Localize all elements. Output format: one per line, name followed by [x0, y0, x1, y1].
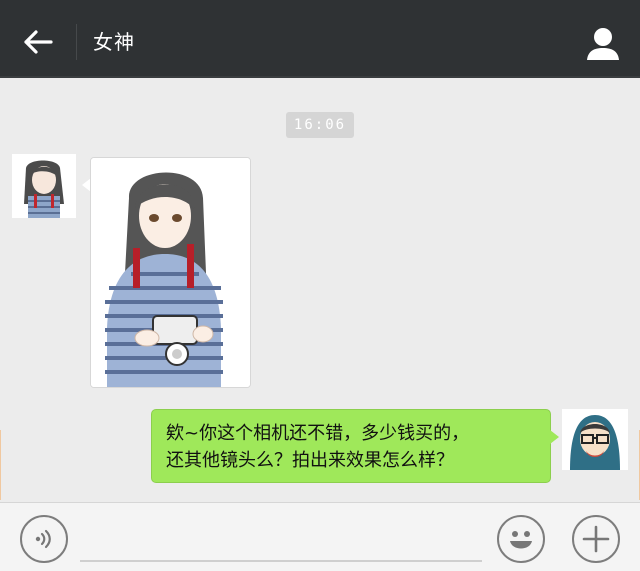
chat-info-button[interactable] [582, 22, 624, 64]
emoji-icon [510, 531, 532, 549]
more-options-button[interactable] [572, 515, 620, 563]
sent-text-message[interactable]: 欸~你这个相机还不错，多少钱买的， 还其他镜头么？拍出来效果怎么样？ [151, 409, 551, 483]
edge-decor-left [0, 430, 1, 500]
anime-girl-with-camera-icon [91, 158, 250, 387]
text-bubble-tail [550, 430, 559, 444]
image-message[interactable] [90, 157, 251, 388]
arrow-left-icon [24, 30, 53, 54]
plus-icon [582, 525, 610, 553]
contact-avatar[interactable] [12, 154, 76, 218]
hooded-guy-avatar-icon [562, 409, 628, 470]
message-line: 欸~你这个相机还不错，多少钱买的， [166, 423, 470, 444]
header-divider [76, 24, 77, 60]
message-line: 还其他镜头么？拍出来效果怎么样？ [166, 450, 454, 471]
chat-title: 女神 [93, 30, 135, 54]
voice-button[interactable] [20, 515, 68, 563]
message-timestamp: 16:06 [286, 112, 354, 138]
girl-avatar-icon [12, 154, 76, 218]
voice-icon [35, 529, 51, 549]
my-avatar[interactable] [562, 409, 628, 470]
emoji-button[interactable] [497, 515, 545, 563]
person-icon [587, 28, 619, 60]
back-button[interactable] [18, 22, 58, 62]
message-input[interactable] [80, 512, 482, 562]
